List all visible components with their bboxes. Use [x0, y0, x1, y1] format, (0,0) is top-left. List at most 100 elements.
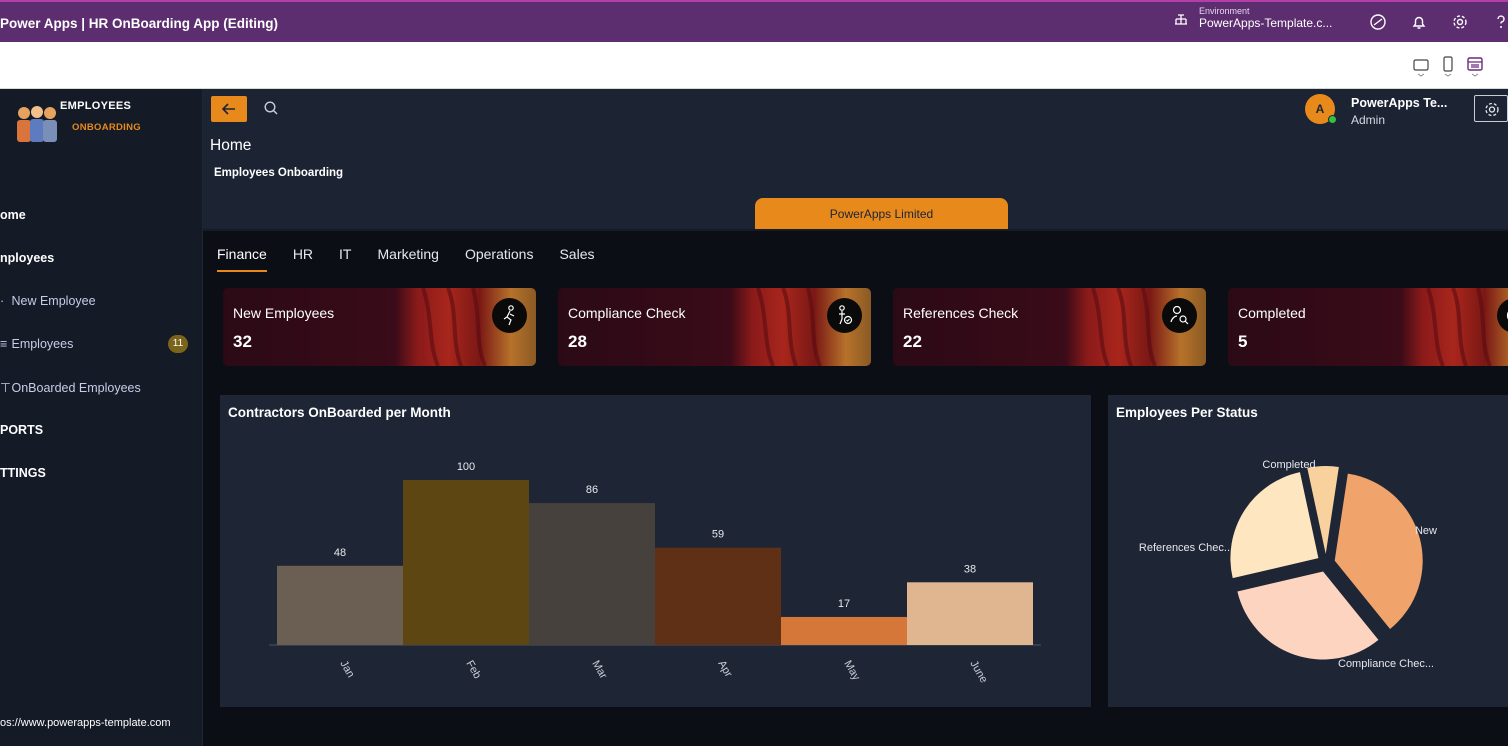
kpi-label: Completed — [1238, 305, 1306, 321]
tablet-layout-icon[interactable] — [1412, 55, 1430, 77]
person-walking-icon — [492, 298, 527, 333]
online-status-icon — [1328, 115, 1337, 124]
main-header: A PowerApps Te... Admin Home Employees O… — [203, 89, 1508, 230]
kpi-value: 5 — [1238, 332, 1248, 351]
tab-hr[interactable]: HR — [293, 246, 313, 272]
tab-it[interactable]: IT — [339, 246, 351, 272]
checkmark-icon — [1497, 298, 1508, 333]
environment-value: PowerApps-Template.c... — [1199, 16, 1333, 30]
bar[interactable] — [277, 565, 403, 645]
nav-home[interactable]: ome — [0, 208, 26, 222]
app-title-bar: Power Apps | HR OnBoarding App (Editing)… — [0, 0, 1508, 42]
page-title: Home — [210, 137, 252, 154]
user-role: Admin — [1351, 113, 1386, 127]
nav-reports[interactable]: PORTS — [0, 423, 43, 437]
bar[interactable] — [781, 616, 907, 645]
bar-value-label: 48 — [334, 547, 346, 559]
pie-chart: New Compliance Chec... References Chec... C… — [1139, 459, 1437, 670]
company-tab[interactable]: PowerApps Limited — [755, 198, 1008, 230]
logo-subtitle: ONBOARDING — [72, 122, 141, 133]
nav-employees-section[interactable]: nployees — [0, 251, 54, 265]
nav-onboarded-employees[interactable]: ⊤ OnBoarded Employees — [0, 380, 141, 395]
person-search-icon — [1162, 298, 1197, 333]
kpi-value: 32 — [233, 332, 252, 351]
settings-button[interactable] — [1474, 95, 1508, 122]
bar[interactable] — [655, 547, 781, 645]
bar-value-label: 59 — [712, 529, 724, 541]
person-check-icon — [827, 298, 862, 333]
kpi-label: References Check — [903, 305, 1019, 321]
curtain-background — [223, 288, 536, 366]
arrow-left-icon — [221, 103, 235, 115]
phone-layout-icon[interactable] — [1439, 55, 1457, 77]
x-tick-label: Jan — [337, 659, 356, 680]
copilot-icon[interactable] — [1369, 13, 1387, 31]
curtain-background — [1228, 288, 1508, 366]
app-logo: EMPLOYEES ONBOARDING — [14, 97, 144, 143]
tab-marketing[interactable]: Marketing — [378, 246, 439, 272]
footer-link[interactable]: os://www.powerapps-template.com — [0, 717, 171, 729]
kpi-card-completed[interactable]: Completed 5 — [1228, 288, 1508, 366]
nav-employees-label: Employees — [11, 337, 74, 351]
kpi-card-new-employees[interactable]: New Employees 32 — [223, 288, 536, 366]
environment-selector[interactable]: Environment PowerApps-Template.c... — [1173, 6, 1332, 31]
nav-new-employee-label: New Employee — [11, 294, 96, 308]
bar-value-label: 17 — [838, 598, 850, 610]
curtain-background — [558, 288, 871, 366]
logo-title: EMPLOYEES — [60, 100, 132, 112]
sidebar: EMPLOYEES ONBOARDING ome nployees · New … — [0, 89, 203, 746]
environment-label: Environment — [1199, 6, 1250, 16]
bar-value-label: 86 — [586, 484, 598, 496]
pie-slice-label: New — [1415, 525, 1437, 537]
pie-slice-label: Completed — [1262, 459, 1315, 471]
x-tick-label: May — [841, 659, 862, 683]
nav-settings[interactable]: TTINGS — [0, 466, 46, 480]
pie-slice-label: Compliance Chec... — [1338, 658, 1434, 670]
employees-count-badge: 11 — [168, 335, 188, 353]
tab-operations[interactable]: Operations — [465, 246, 533, 272]
kpi-label: New Employees — [233, 305, 335, 321]
nav-employees-list[interactable]: ≡ Employees — [0, 337, 73, 351]
pie-chart-panel: Employees Per Status New Compliance Chec.… — [1108, 395, 1508, 707]
bar[interactable] — [529, 503, 655, 645]
x-tick-label: Mar — [589, 659, 609, 682]
kpi-card-compliance-check[interactable]: Compliance Check 28 — [558, 288, 871, 366]
x-tick-label: June — [967, 659, 989, 686]
kpi-value: 28 — [568, 332, 587, 351]
bar-value-label: 100 — [457, 461, 475, 473]
search-icon[interactable] — [263, 100, 279, 116]
app-title: Power Apps | HR OnBoarding App (Editing) — [0, 15, 279, 31]
x-tick-label: Apr — [715, 659, 734, 680]
back-button[interactable] — [211, 96, 247, 122]
settings-gear-icon[interactable] — [1451, 13, 1469, 31]
environment-icon — [1175, 13, 1187, 25]
x-tick-label: Feb — [463, 659, 483, 681]
pie-slice[interactable] — [1230, 472, 1319, 579]
kpi-card-references-check[interactable]: References Check 22 — [893, 288, 1206, 366]
kpi-value: 22 — [903, 332, 922, 351]
pie-slice-label: References Chec... — [1139, 542, 1233, 554]
user-avatar[interactable]: A — [1305, 94, 1337, 124]
header-divider — [203, 229, 1508, 231]
bar[interactable] — [403, 480, 529, 645]
tab-sales[interactable]: Sales — [559, 246, 594, 272]
user-name: PowerApps Te... — [1351, 96, 1448, 110]
nav-onboarded-label: OnBoarded Employees — [11, 381, 141, 395]
avatar-initial: A — [1315, 102, 1325, 116]
plus-icon: · — [0, 294, 5, 308]
gear-icon — [1485, 102, 1499, 117]
list-icon: ≡ — [0, 337, 8, 351]
help-icon[interactable] — [1492, 13, 1508, 31]
page-subtitle: Employees Onboarding — [214, 167, 344, 179]
notification-bell-icon[interactable] — [1410, 13, 1428, 31]
employees-logo-icon — [17, 106, 57, 142]
web-layout-icon[interactable] — [1466, 55, 1484, 77]
bar[interactable] — [907, 582, 1033, 645]
kpi-label: Compliance Check — [568, 305, 686, 321]
curtain-background — [893, 288, 1206, 366]
nav-new-employee[interactable]: · New Employee — [0, 294, 96, 308]
tab-finance[interactable]: Finance — [217, 246, 267, 272]
department-tabs: Finance HR IT Marketing Operations Sales — [217, 246, 620, 272]
bar-chart-panel: Contractors OnBoarded per Month 48 Jan 100… — [220, 395, 1091, 707]
bar-chart: 48 Jan 100 Feb 86 Mar 59 Apr 17 May 38 June — [269, 461, 1041, 686]
